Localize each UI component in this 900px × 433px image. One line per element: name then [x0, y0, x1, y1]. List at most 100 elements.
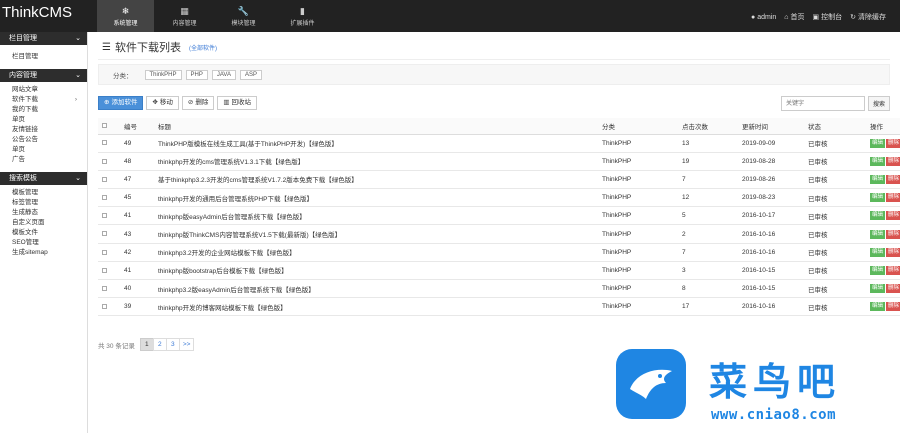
row-select-cell[interactable]: [98, 188, 120, 208]
edit-button[interactable]: 编辑: [870, 284, 886, 294]
sidebar-item[interactable]: 生成静态: [0, 208, 87, 218]
tab-plugins[interactable]: ▮ 扩展插件: [274, 0, 331, 32]
row-title[interactable]: thinkphp开发的通用后台管理系统PHP下载【绿色版】: [154, 188, 598, 208]
checkbox[interactable]: [102, 158, 107, 164]
row-select-cell[interactable]: [98, 279, 120, 299]
sidebar-item[interactable]: 生成sitemap: [0, 248, 87, 258]
app-brand[interactable]: ThinkCMS: [2, 4, 72, 21]
edit-button[interactable]: 编辑: [870, 174, 886, 184]
row-title[interactable]: thinkphp3.2开发的企业网站模板下载【绿色版】: [154, 243, 598, 262]
row-title-text[interactable]: thinkphp版bootstrap后台模板下载【绿色版】: [158, 268, 288, 275]
tab-system[interactable]: ❄ 系统管理: [97, 0, 154, 32]
page-subtitle[interactable]: (全部软件): [189, 43, 217, 52]
checkbox[interactable]: [102, 194, 107, 200]
table-row[interactable]: 49 ThinkPHP版模板在线生成工具(基于ThinkPHP开发)【绿色版】 Th…: [98, 134, 900, 153]
table-row[interactable]: 47 基于thinkphp3.2.3开发的cms管理系统V1.7.2版本免费下载【…: [98, 170, 900, 190]
checkbox[interactable]: [102, 267, 107, 273]
sidebar-item[interactable]: 自定义页面: [0, 218, 87, 228]
column-header[interactable]: 更新时间: [738, 118, 804, 135]
row-title-text[interactable]: thinkphp3.2版easyAdmin后台管理系统下载【绿色版】: [158, 287, 315, 294]
sidebar-item[interactable]: SEO管理: [0, 238, 87, 248]
sidebar-item[interactable]: 友情链接: [0, 125, 87, 135]
sidebar-item[interactable]: 标签管理: [0, 198, 87, 208]
checkbox[interactable]: [102, 140, 107, 146]
delete-row-button[interactable]: 删除: [886, 174, 900, 184]
page-3[interactable]: 3: [165, 338, 180, 351]
delete-row-button[interactable]: 删除: [886, 302, 900, 312]
sidebar-item[interactable]: 模板管理: [0, 188, 87, 198]
row-title[interactable]: thinkphp版ThinkCMS内容管理系统V1.5下载(最新版)【绿色版】: [154, 224, 598, 244]
row-select-cell[interactable]: [98, 152, 120, 171]
filter-chip[interactable]: JAVA: [211, 69, 236, 80]
row-title[interactable]: thinkphp版bootstrap后台模板下载【绿色版】: [154, 261, 598, 281]
sidebar-item[interactable]: 广告: [0, 155, 87, 165]
filter-chip[interactable]: ThinkPHP: [144, 69, 182, 80]
search-button[interactable]: 搜索: [868, 96, 890, 111]
table-row[interactable]: 43 thinkphp版ThinkCMS内容管理系统V1.5下载(最新版)【绿色版…: [98, 224, 900, 244]
sidebar-item[interactable]: 栏目管理: [0, 52, 87, 62]
row-title[interactable]: 基于thinkphp3.2.3开发的cms管理系统V1.7.2版本免费下载【绿色…: [154, 170, 598, 190]
checkbox[interactable]: [102, 213, 107, 219]
console-link[interactable]: ▣ 控制台: [813, 12, 843, 22]
row-title[interactable]: thinkphp开发的博客网站模板下载【绿色版】: [154, 297, 598, 317]
table-row[interactable]: 41 thinkphp版bootstrap后台模板下载【绿色版】 ThinkPHP 3…: [98, 261, 900, 281]
row-title-text[interactable]: thinkphp开发的cms管理系统V1.3.1下载【绿色版】: [158, 159, 304, 166]
edit-button[interactable]: 编辑: [870, 247, 886, 257]
edit-button[interactable]: 编辑: [870, 302, 886, 312]
select-all-cell[interactable]: [98, 118, 120, 135]
edit-button[interactable]: 编辑: [870, 156, 886, 166]
row-title-text[interactable]: 基于thinkphp3.2.3开发的cms管理系统V1.7.2版本免费下载【绿色…: [158, 177, 358, 184]
row-select-cell[interactable]: [98, 170, 120, 190]
row-title-text[interactable]: thinkphp开发的通用后台管理系统PHP下载【绿色版】: [158, 196, 313, 203]
delete-button[interactable]: ⊘ 删除: [181, 96, 215, 110]
sidebar-item-active[interactable]: 软件下载 ›: [0, 95, 87, 105]
filter-chip[interactable]: PHP: [185, 69, 208, 80]
table-row[interactable]: 48 thinkphp开发的cms管理系统V1.3.1下载【绿色版】 ThinkPH…: [98, 152, 900, 171]
row-select-cell[interactable]: [98, 297, 120, 317]
sidebar-item[interactable]: 我的下载: [0, 105, 87, 115]
table-row[interactable]: 45 thinkphp开发的通用后台管理系统PHP下载【绿色版】 ThinkPHP 1…: [98, 188, 900, 208]
sidebar-group-content[interactable]: 内容管理 ⌄: [0, 69, 87, 82]
table-row[interactable]: 40 thinkphp3.2版easyAdmin后台管理系统下载【绿色版】 Thin…: [98, 279, 900, 299]
column-header[interactable]: 标题: [154, 118, 598, 135]
checkbox[interactable]: [102, 249, 107, 255]
table-row[interactable]: 39 thinkphp开发的博客网站模板下载【绿色版】 ThinkPHP 17 2016…: [98, 297, 900, 317]
edit-button[interactable]: 编辑: [870, 193, 886, 203]
edit-button[interactable]: 编辑: [870, 211, 886, 221]
checkbox[interactable]: [102, 304, 107, 310]
add-software-button[interactable]: ⊕ 添加软件: [98, 96, 144, 110]
checkbox[interactable]: [102, 231, 107, 237]
tab-content[interactable]: ▦ 内容管理: [156, 0, 213, 32]
row-title-text[interactable]: ThinkPHP版模板在线生成工具(基于ThinkPHP开发)【绿色版】: [158, 141, 338, 148]
sidebar-item[interactable]: 公告公告: [0, 135, 87, 145]
delete-row-button[interactable]: 删除: [886, 284, 900, 294]
column-header[interactable]: 点击次数: [678, 118, 738, 135]
delete-row-button[interactable]: 删除: [886, 265, 900, 275]
filter-chip[interactable]: ASP: [239, 69, 262, 80]
column-header[interactable]: 编号: [120, 118, 154, 135]
column-header[interactable]: 分类: [598, 118, 678, 135]
row-title[interactable]: thinkphp版easyAdmin后台管理系统下载【绿色版】: [154, 206, 598, 226]
row-title-text[interactable]: thinkphp开发的博客网站模板下载【绿色版】: [158, 305, 287, 312]
page-1[interactable]: 1: [139, 338, 154, 351]
sidebar-group-columns[interactable]: 栏目管理 ⌄: [0, 32, 87, 45]
delete-row-button[interactable]: 删除: [886, 229, 900, 239]
row-select-cell[interactable]: [98, 206, 120, 226]
clear-cache-link[interactable]: ↻ 清除缓存: [850, 12, 886, 22]
sidebar-item[interactable]: 网站文章: [0, 85, 87, 95]
edit-button[interactable]: 编辑: [870, 229, 886, 239]
edit-button[interactable]: 编辑: [870, 265, 886, 275]
column-header[interactable]: 状态: [804, 118, 866, 135]
row-title-text[interactable]: thinkphp版ThinkCMS内容管理系统V1.5下载(最新版)【绿色版】: [158, 232, 341, 239]
search-input[interactable]: [781, 96, 865, 111]
row-select-cell[interactable]: [98, 243, 120, 262]
delete-row-button[interactable]: 删除: [886, 211, 900, 221]
row-select-cell[interactable]: [98, 261, 120, 281]
row-title[interactable]: ThinkPHP版模板在线生成工具(基于ThinkPHP开发)【绿色版】: [154, 134, 598, 153]
checkbox[interactable]: [102, 123, 107, 129]
delete-row-button[interactable]: 删除: [886, 138, 900, 148]
page-2[interactable]: 2: [152, 338, 167, 351]
row-title[interactable]: thinkphp开发的cms管理系统V1.3.1下载【绿色版】: [154, 152, 598, 171]
row-title-text[interactable]: thinkphp3.2开发的企业网站模板下载【绿色版】: [158, 250, 296, 257]
row-title-text[interactable]: thinkphp版easyAdmin后台管理系统下载【绿色版】: [158, 214, 306, 221]
